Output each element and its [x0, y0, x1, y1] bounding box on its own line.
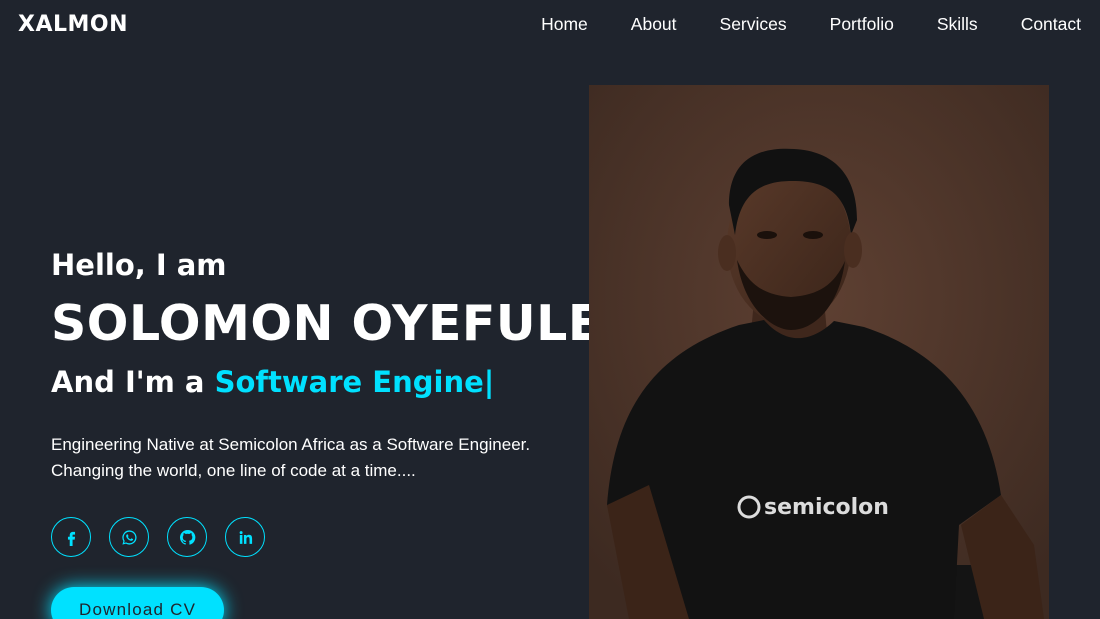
role-typed-text: Software Engine	[214, 365, 484, 399]
logo[interactable]: XALMON	[18, 12, 128, 37]
whatsapp-link[interactable]	[109, 517, 149, 557]
page: XALMON Home About Services Portfolio Ski…	[0, 0, 1100, 619]
facebook-icon	[67, 531, 75, 546]
nav-home[interactable]: Home	[541, 14, 588, 35]
download-cv-button[interactable]: Download CV	[51, 587, 225, 619]
hero-description: Engineering Native at Semicolon Africa a…	[51, 432, 571, 484]
left-eye	[757, 231, 777, 239]
description-line-2: Changing the world, one line of code at …	[51, 461, 416, 480]
profile-photo: semicolon	[589, 85, 1049, 619]
hero-role: And I'm a Software Engine|	[51, 361, 611, 403]
nav-about[interactable]: About	[631, 14, 677, 35]
nav-skills[interactable]: Skills	[937, 14, 978, 35]
nav-contact[interactable]: Contact	[1021, 14, 1081, 35]
description-line-1: Engineering Native at Semicolon Africa a…	[51, 435, 531, 454]
portrait-illustration: semicolon	[589, 85, 1049, 619]
header: XALMON Home About Services Portfolio Ski…	[0, 0, 1100, 48]
nav-portfolio[interactable]: Portfolio	[830, 14, 894, 35]
left-ear	[718, 235, 736, 271]
facebook-link[interactable]	[51, 517, 91, 557]
social-links	[51, 517, 611, 557]
main-nav: Home About Services Portfolio Skills Con…	[498, 14, 1081, 35]
linkedin-icon	[239, 530, 252, 544]
linkedin-link[interactable]	[225, 517, 265, 557]
nav-services[interactable]: Services	[720, 14, 787, 35]
typing-cursor: |	[483, 365, 495, 399]
github-link[interactable]	[167, 517, 207, 557]
hero-greeting: Hello, I am	[51, 248, 227, 282]
github-icon	[179, 529, 195, 545]
whatsapp-icon	[121, 529, 137, 545]
right-eye	[803, 231, 823, 239]
hero-section: Hello, I am SOLOMON OYEFULE And I'm a So…	[51, 245, 611, 619]
role-prefix: And I'm a	[51, 365, 215, 399]
shirt-text: semicolon	[764, 495, 889, 520]
hero-name: SOLOMON OYEFULE	[51, 295, 602, 352]
right-ear	[844, 232, 862, 268]
